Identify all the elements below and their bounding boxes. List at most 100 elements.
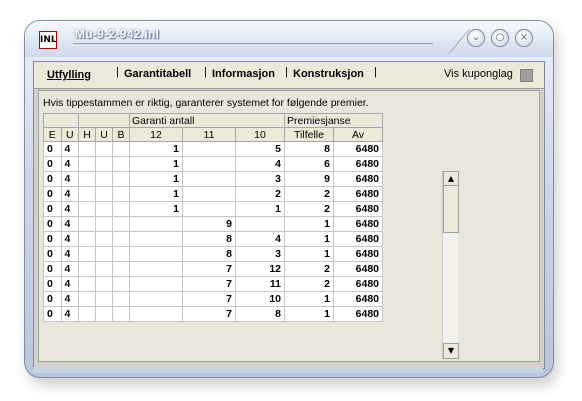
table-cell: 0: [43, 261, 62, 277]
table-cell: 6480: [333, 261, 383, 277]
table-row[interactable]: 0 4 7 11 2 6480: [43, 276, 383, 292]
guarantee-table: Garanti antall Premiesjanse E U H U B 12…: [43, 113, 383, 322]
table-cell: 6480: [333, 156, 383, 172]
table-cell: 8: [284, 141, 334, 157]
table-row[interactable]: 0 4 7 10 1 6480: [43, 291, 383, 307]
table-cell: 1: [284, 246, 334, 262]
table-cell: [95, 291, 113, 307]
table-cell: 4: [60, 291, 79, 307]
table-cell: 4: [60, 276, 79, 292]
table-cell: 7: [182, 261, 236, 277]
col-header-11[interactable]: 11: [182, 127, 236, 142]
tab-konstruksjon[interactable]: Konstruksjon: [293, 68, 364, 80]
table-cell: 6480: [333, 276, 383, 292]
app-icon: INL: [39, 31, 57, 49]
scroll-up-arrow-icon: ▲: [447, 174, 455, 183]
table-cell: 4: [60, 306, 79, 322]
table-cell: [129, 291, 183, 307]
table-cell: [129, 261, 183, 277]
table-row[interactable]: 0 4 7 12 2 6480: [43, 261, 383, 277]
table-cell: [129, 246, 183, 262]
maximize-button[interactable]: ○: [491, 29, 509, 47]
col-header-10[interactable]: 10: [235, 127, 285, 142]
table-cell: [112, 186, 130, 202]
table-cell: [112, 246, 130, 262]
window-bottom-border: [33, 367, 543, 373]
vis-kuponglag-label: Vis kuponglag: [444, 68, 513, 80]
table-cell: [78, 261, 96, 277]
vis-kuponglag-checkbox[interactable]: [520, 69, 533, 82]
table-cell: [78, 276, 96, 292]
table-cell: [182, 201, 236, 217]
scroll-thumb[interactable]: [443, 185, 459, 233]
table-row[interactable]: 0 4 1 4 6 6480: [43, 156, 383, 172]
table-cell: [95, 156, 113, 172]
table-row[interactable]: 0 4 8 3 1 6480: [43, 246, 383, 262]
tab-separator: |: [374, 66, 377, 78]
table-cell: 0: [43, 246, 62, 262]
group-header-premiesjanse: Premiesjanse: [284, 113, 383, 128]
table-cell: 8: [182, 246, 236, 262]
table-row[interactable]: 0 4 1 3 9 6480: [43, 171, 383, 187]
table-cell: [112, 156, 130, 172]
table-body: 0 4 1 5 8 6480 0 4 1 4 6 6480 0 4 1 3 9 6480 0 4 1 2 2 6480 0 4 1 1…: [43, 141, 383, 322]
table-cell: [78, 291, 96, 307]
col-header-h[interactable]: H: [78, 127, 96, 142]
title-divider: [418, 29, 471, 53]
table-row[interactable]: 0 4 1 1 2 6480: [43, 201, 383, 217]
col-header-12[interactable]: 12: [129, 127, 183, 142]
col-header-e[interactable]: E: [43, 127, 62, 142]
table-cell: 1: [129, 201, 183, 217]
table-row[interactable]: 0 4 8 4 1 6480: [43, 231, 383, 247]
table-cell: [95, 306, 113, 322]
table-cell: 2: [235, 186, 285, 202]
scroll-down-arrow-icon: ▼: [447, 346, 455, 355]
table-cell: 0: [43, 216, 62, 232]
table-cell: 2: [284, 261, 334, 277]
col-header-b[interactable]: B: [112, 127, 130, 142]
table-cell: 4: [60, 216, 79, 232]
table-cell: 4: [60, 246, 79, 262]
table-cell: 6480: [333, 186, 383, 202]
table-cell: [95, 186, 113, 202]
table-cell: [78, 231, 96, 247]
table-row[interactable]: 0 4 1 2 2 6480: [43, 186, 383, 202]
table-cell: 7: [182, 306, 236, 322]
table-cell: 9: [284, 171, 334, 187]
tab-informasjon[interactable]: Informasjon: [212, 68, 275, 80]
col-header-u2[interactable]: U: [95, 127, 113, 142]
col-header-u[interactable]: U: [60, 127, 79, 142]
tab-separator: |: [116, 66, 119, 78]
table-row[interactable]: 0 4 7 8 1 6480: [43, 306, 383, 322]
table-cell: 4: [235, 231, 285, 247]
table-row[interactable]: 0 4 1 5 8 6480: [43, 141, 383, 157]
tab-utfylling[interactable]: Utfylling: [46, 68, 92, 82]
minimize-icon: ⌄: [471, 32, 481, 43]
table-cell: 4: [235, 156, 285, 172]
table-cell: 1: [129, 141, 183, 157]
table-cell: [112, 306, 130, 322]
client-area: Utfylling | Garantitabell | Informasjon …: [33, 61, 545, 369]
scroll-down-button[interactable]: ▼: [443, 343, 459, 359]
table-cell: [112, 171, 130, 187]
close-button[interactable]: ×: [515, 29, 533, 47]
table-cell: 6480: [333, 306, 383, 322]
table-cell: 4: [60, 156, 79, 172]
table-cell: 10: [235, 291, 285, 307]
table-cell: 8: [182, 231, 236, 247]
table-cell: 3: [235, 246, 285, 262]
vertical-scrollbar[interactable]: ▲ ▼: [442, 171, 459, 359]
col-header-av[interactable]: Av: [333, 127, 383, 142]
table-row[interactable]: 0 4 9 1 6480: [43, 216, 383, 232]
title-bar[interactable]: INL Mu-9-2-942.inl ⌄ ○ ×: [25, 21, 553, 57]
table-cell: 1: [284, 216, 334, 232]
table-cell: 4: [60, 186, 79, 202]
minimize-button[interactable]: ⌄: [467, 29, 485, 47]
col-header-tilfelle[interactable]: Tilfelle: [284, 127, 334, 142]
group-header-garanti: Garanti antall: [129, 113, 285, 128]
table-cell: [95, 201, 113, 217]
tab-separator: |: [204, 66, 207, 78]
table-cell: 6: [284, 156, 334, 172]
tab-garantitabell[interactable]: Garantitabell: [124, 68, 191, 80]
table-cell: 1: [235, 201, 285, 217]
